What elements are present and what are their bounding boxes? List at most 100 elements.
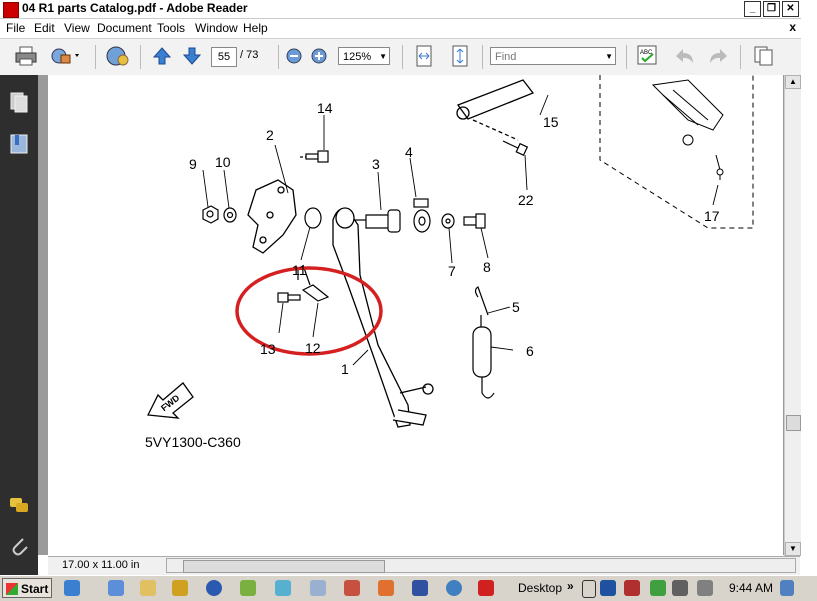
fit-page-button[interactable] [448, 45, 472, 67]
print-button[interactable] [14, 45, 38, 67]
chevron-down-icon: ▼ [605, 52, 613, 61]
zoom-select[interactable]: 125% ▼ [338, 47, 390, 65]
callout-13: 13 [260, 341, 276, 357]
callout-22: 22 [518, 192, 534, 208]
windows-logo-icon [6, 583, 18, 595]
callout-2: 2 [266, 127, 274, 143]
show-desktop-icon[interactable] [108, 580, 124, 596]
chevron-down-icon: ▼ [379, 52, 387, 61]
toolbar: 55 / 73 125% ▼ Find ▼ ABC [0, 38, 801, 76]
system-clock: 9:44 AM [729, 581, 774, 595]
menu-file[interactable]: File [6, 21, 25, 35]
arrow-up-icon [152, 47, 172, 65]
fit-width-button[interactable] [412, 45, 436, 67]
firefox-icon[interactable] [378, 580, 394, 596]
update-tray-icon[interactable] [650, 580, 666, 596]
volume-icon[interactable] [697, 580, 713, 596]
find-input[interactable]: Find ▼ [490, 47, 616, 65]
undo-button[interactable] [672, 45, 696, 67]
menu-document[interactable]: Document [97, 21, 152, 35]
window-title: 04 R1 parts Catalog.pdf - Adobe Reader [22, 1, 248, 15]
chart-app-icon[interactable] [344, 580, 360, 596]
toolbar-separator [740, 45, 741, 69]
menu-window[interactable]: Window [195, 21, 238, 35]
mail-tray-icon[interactable] [600, 580, 616, 596]
menu-edit[interactable]: Edit [34, 21, 55, 35]
bolt-22-part [502, 140, 529, 157]
comments-icon[interactable] [9, 495, 29, 517]
callout-14: 14 [317, 100, 333, 116]
network-app-icon[interactable] [275, 580, 291, 596]
footpeg-detail-box [599, 75, 754, 229]
parts-diagram [146, 75, 754, 428]
chevron-right-icon[interactable]: » [567, 579, 574, 593]
status-bar: 17.00 x 11.00 in [48, 556, 800, 575]
adobe-reader-taskbar-icon[interactable] [478, 580, 494, 596]
close-document-button[interactable]: x [789, 20, 796, 34]
toolbar-separator [95, 45, 96, 69]
footrest-bracket-part [456, 79, 535, 141]
browser-icon[interactable] [206, 580, 222, 596]
restore-button[interactable]: ❐ [763, 1, 780, 17]
callout-11: 11 [292, 262, 307, 278]
pages-thumbnail-icon[interactable] [9, 91, 29, 113]
start-button[interactable]: Start [2, 578, 52, 598]
show-desktop-tray-icon[interactable] [780, 580, 794, 596]
menu-view[interactable]: View [64, 21, 90, 35]
menu-tools[interactable]: Tools [157, 21, 185, 35]
redo-button[interactable] [707, 45, 731, 67]
zoom-value: 125% [343, 51, 372, 63]
signal-tray-icon[interactable] [672, 580, 688, 596]
antivirus-tray-icon[interactable] [624, 580, 640, 596]
callout-4: 4 [405, 144, 413, 160]
scroll-down-arrow-icon[interactable]: ▼ [785, 542, 801, 556]
callout-6: 6 [526, 343, 534, 359]
next-page-button[interactable] [180, 45, 204, 67]
spell-check-button[interactable]: ABC [636, 45, 660, 67]
vertical-scroll-thumb[interactable] [786, 415, 801, 431]
tray-expand-icon[interactable] [582, 580, 596, 598]
page-number-input[interactable]: 55 [211, 47, 237, 67]
washer-10-part [223, 207, 237, 223]
undo-icon [676, 49, 693, 63]
spring-5-part [472, 286, 495, 399]
vertical-scrollbar[interactable]: ▲ ▼ [784, 75, 801, 556]
previous-page-button[interactable] [150, 45, 174, 67]
washer-7-part [441, 213, 455, 229]
app-icon[interactable] [240, 580, 256, 596]
callout-17: 17 [704, 208, 720, 224]
desktop-toolbar-label[interactable]: Desktop [518, 581, 562, 595]
callout-10: 10 [215, 154, 231, 170]
toolbar-separator [140, 45, 141, 69]
zoom-in-button[interactable] [309, 45, 329, 67]
folder-icon[interactable] [140, 580, 156, 596]
horizontal-scroll-thumb[interactable] [183, 560, 385, 573]
callout-8: 8 [483, 259, 491, 275]
clock-app-icon[interactable] [446, 580, 462, 596]
close-window-button[interactable]: ✕ [782, 1, 799, 17]
globe-icon [106, 46, 129, 66]
bookmarks-icon[interactable] [9, 133, 29, 155]
zoom-out-icon [286, 48, 302, 64]
menu-help[interactable]: Help [243, 21, 268, 35]
scroll-up-arrow-icon[interactable]: ▲ [785, 75, 801, 89]
toolbar-separator [626, 45, 627, 69]
ie-icon[interactable] [64, 580, 80, 596]
arrow-down-icon [182, 47, 202, 65]
zoom-out-button[interactable] [284, 45, 304, 67]
organizer-button[interactable] [104, 45, 132, 67]
minimize-button[interactable]: _ [744, 1, 761, 17]
pages-panel-button[interactable] [752, 45, 776, 67]
menu-bar: File Edit View Document Tools Window Hel… [0, 19, 801, 37]
washer-11-part [304, 207, 322, 229]
title-bar: 04 R1 parts Catalog.pdf - Adobe Reader _… [0, 0, 801, 19]
callout-7: 7 [448, 263, 456, 279]
toolbar-separator [278, 45, 279, 69]
messenger-icon[interactable] [310, 580, 326, 596]
word-icon[interactable] [412, 580, 428, 596]
email-button[interactable] [48, 45, 82, 67]
media-icon[interactable] [172, 580, 188, 596]
attachments-icon[interactable] [9, 535, 29, 557]
horizontal-scrollbar[interactable] [166, 558, 796, 573]
page-size-label: 17.00 x 11.00 in [62, 559, 140, 571]
